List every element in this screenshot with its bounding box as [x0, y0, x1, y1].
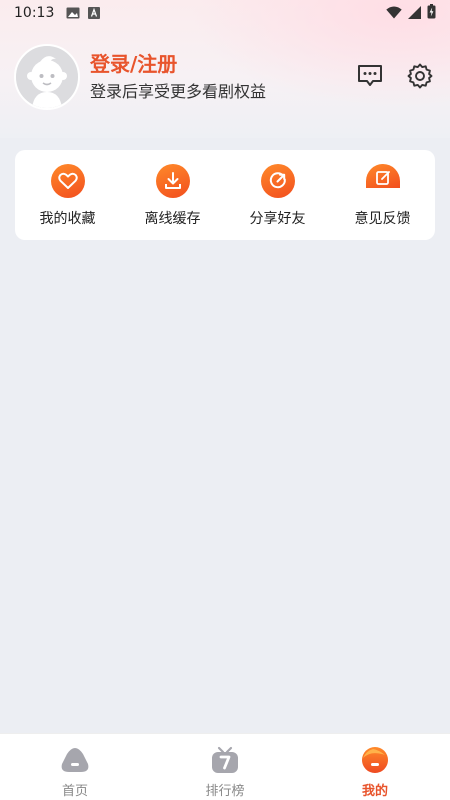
- profile-icon: [361, 746, 389, 774]
- avatar[interactable]: [14, 44, 80, 110]
- action-share-friends[interactable]: 分享好友: [225, 150, 330, 240]
- screen: 10:13 登录/注册 登录后享受更多看剧权益 我的收藏 离线缓存 分享好友 意…: [0, 0, 450, 800]
- login-subtitle: 登录后享受更多看剧权益: [90, 82, 267, 101]
- default-avatar-icon: [16, 46, 78, 108]
- gallery-icon: [66, 4, 80, 23]
- action-label: 我的收藏: [39, 211, 96, 227]
- message-icon: [358, 65, 382, 86]
- action-label: 分享好友: [249, 211, 306, 227]
- nav-home[interactable]: 首页: [0, 734, 150, 800]
- battery-icon: [427, 3, 436, 23]
- action-label: 意见反馈: [354, 211, 411, 227]
- settings-button[interactable]: [406, 62, 434, 90]
- status-bar: 10:13: [0, 0, 450, 26]
- status-time: 10:13: [14, 5, 55, 21]
- share-icon: [260, 164, 295, 198]
- action-favorites[interactable]: 我的收藏: [15, 150, 120, 240]
- signal-icon: [408, 4, 421, 23]
- action-feedback[interactable]: 意见反馈: [330, 150, 435, 240]
- heart-icon: [50, 164, 85, 198]
- action-offline-cache[interactable]: 离线缓存: [120, 150, 225, 240]
- bottom-nav: 首页 排行榜 我的: [0, 733, 450, 800]
- nav-label: 我的: [361, 784, 388, 799]
- ranking-icon: [211, 746, 239, 774]
- feedback-icon: [365, 164, 400, 188]
- action-label: 离线缓存: [144, 211, 201, 227]
- nav-mine[interactable]: 我的: [300, 734, 450, 800]
- quick-actions-card: 我的收藏 离线缓存 分享好友 意见反馈: [15, 150, 435, 240]
- nav-ranking[interactable]: 排行榜: [150, 734, 300, 800]
- message-button[interactable]: [356, 62, 384, 90]
- nav-label: 首页: [61, 784, 88, 799]
- login-entry[interactable]: 登录/注册 登录后享受更多看剧权益: [14, 44, 266, 110]
- download-icon: [155, 164, 190, 198]
- wifi-icon: [386, 4, 402, 23]
- nav-label: 排行榜: [205, 784, 245, 799]
- gear-icon: [407, 63, 433, 89]
- keyboard-a-icon: [88, 4, 101, 23]
- login-register-link[interactable]: 登录/注册: [90, 51, 266, 77]
- home-icon: [61, 746, 89, 774]
